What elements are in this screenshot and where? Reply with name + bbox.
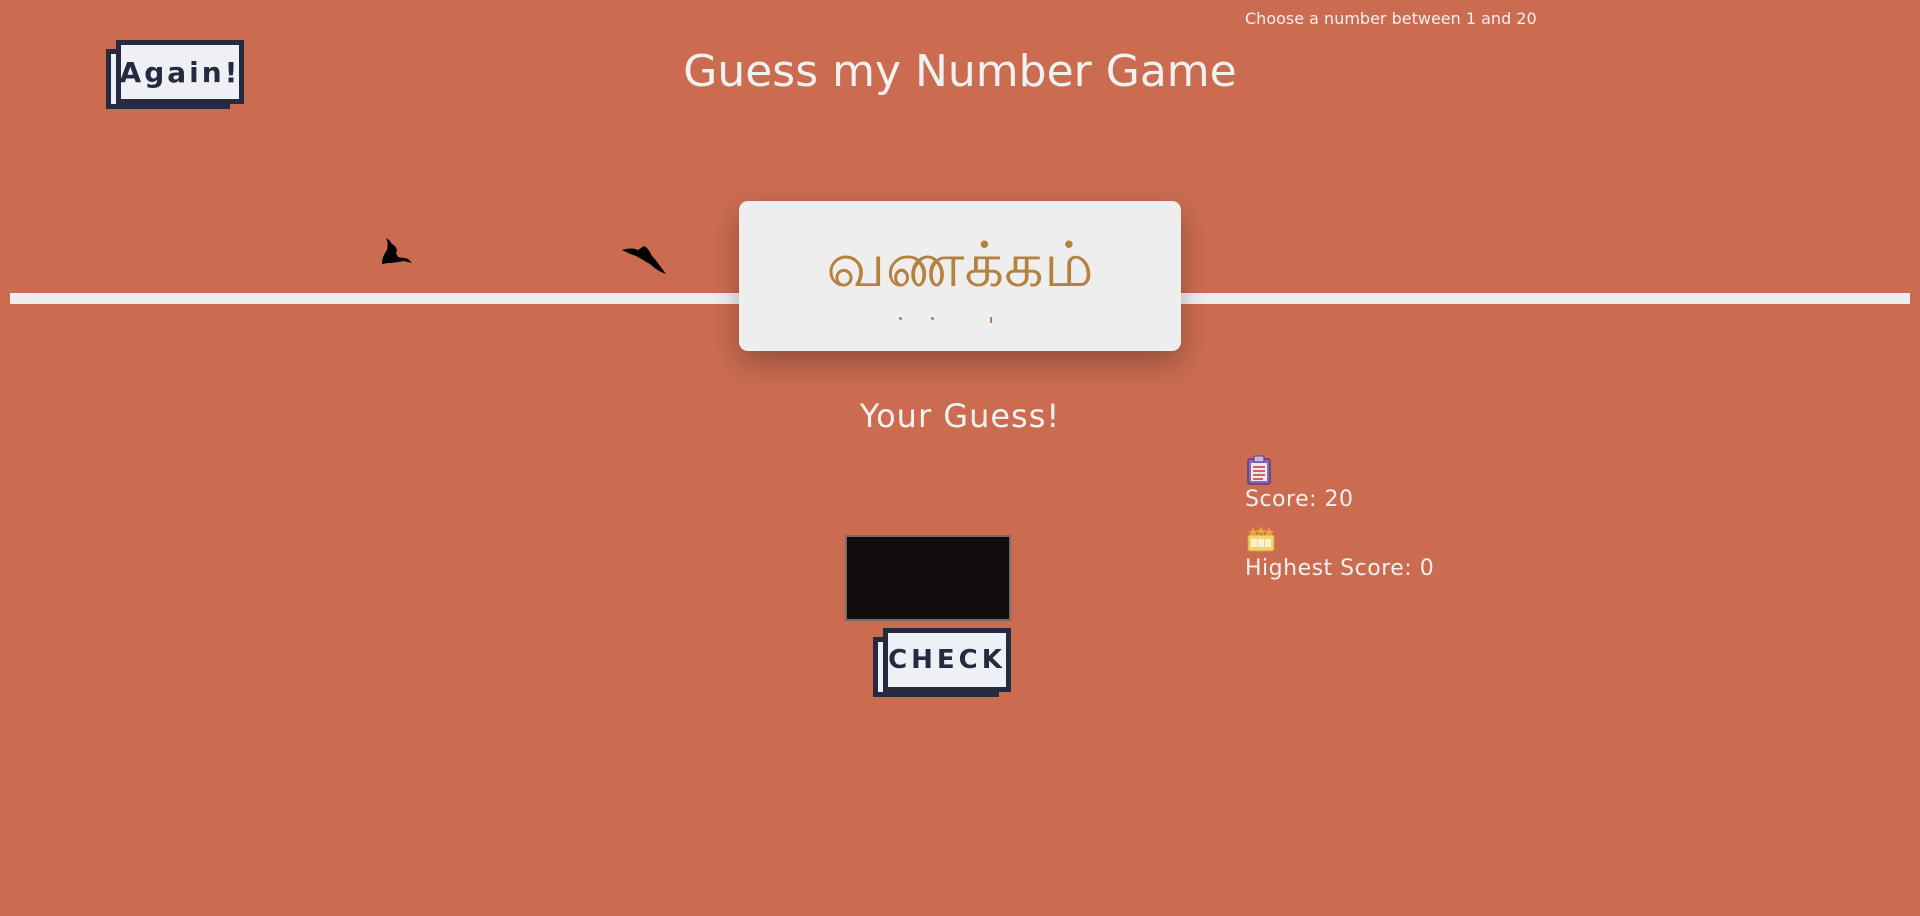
guess-input[interactable] xyxy=(845,535,1011,621)
clipboard-icon xyxy=(1247,455,1271,485)
bird-icon xyxy=(622,246,666,274)
check-button-label[interactable]: CHECK xyxy=(883,628,1011,692)
guess-label: Your Guess! xyxy=(859,397,1061,435)
highscore-text: Highest Score: 0 xyxy=(1245,556,1435,581)
range-hint: Choose a number between 1 and 20 xyxy=(1245,9,1537,28)
secret-number-box: வணக்கம் xyxy=(739,201,1181,351)
stats-panel: Score: 20 Highest Score: 0 xyxy=(1245,455,1645,593)
page-title: Guess my Number Game xyxy=(683,46,1237,97)
trophy-stars-icon xyxy=(1247,526,1275,552)
score-text: Score: 20 xyxy=(1245,487,1354,512)
check-button[interactable]: CHECK xyxy=(873,628,1013,704)
bird-icon xyxy=(382,238,412,264)
secret-number-dots xyxy=(899,317,999,325)
secret-number-text: வணக்கம் xyxy=(826,228,1094,301)
